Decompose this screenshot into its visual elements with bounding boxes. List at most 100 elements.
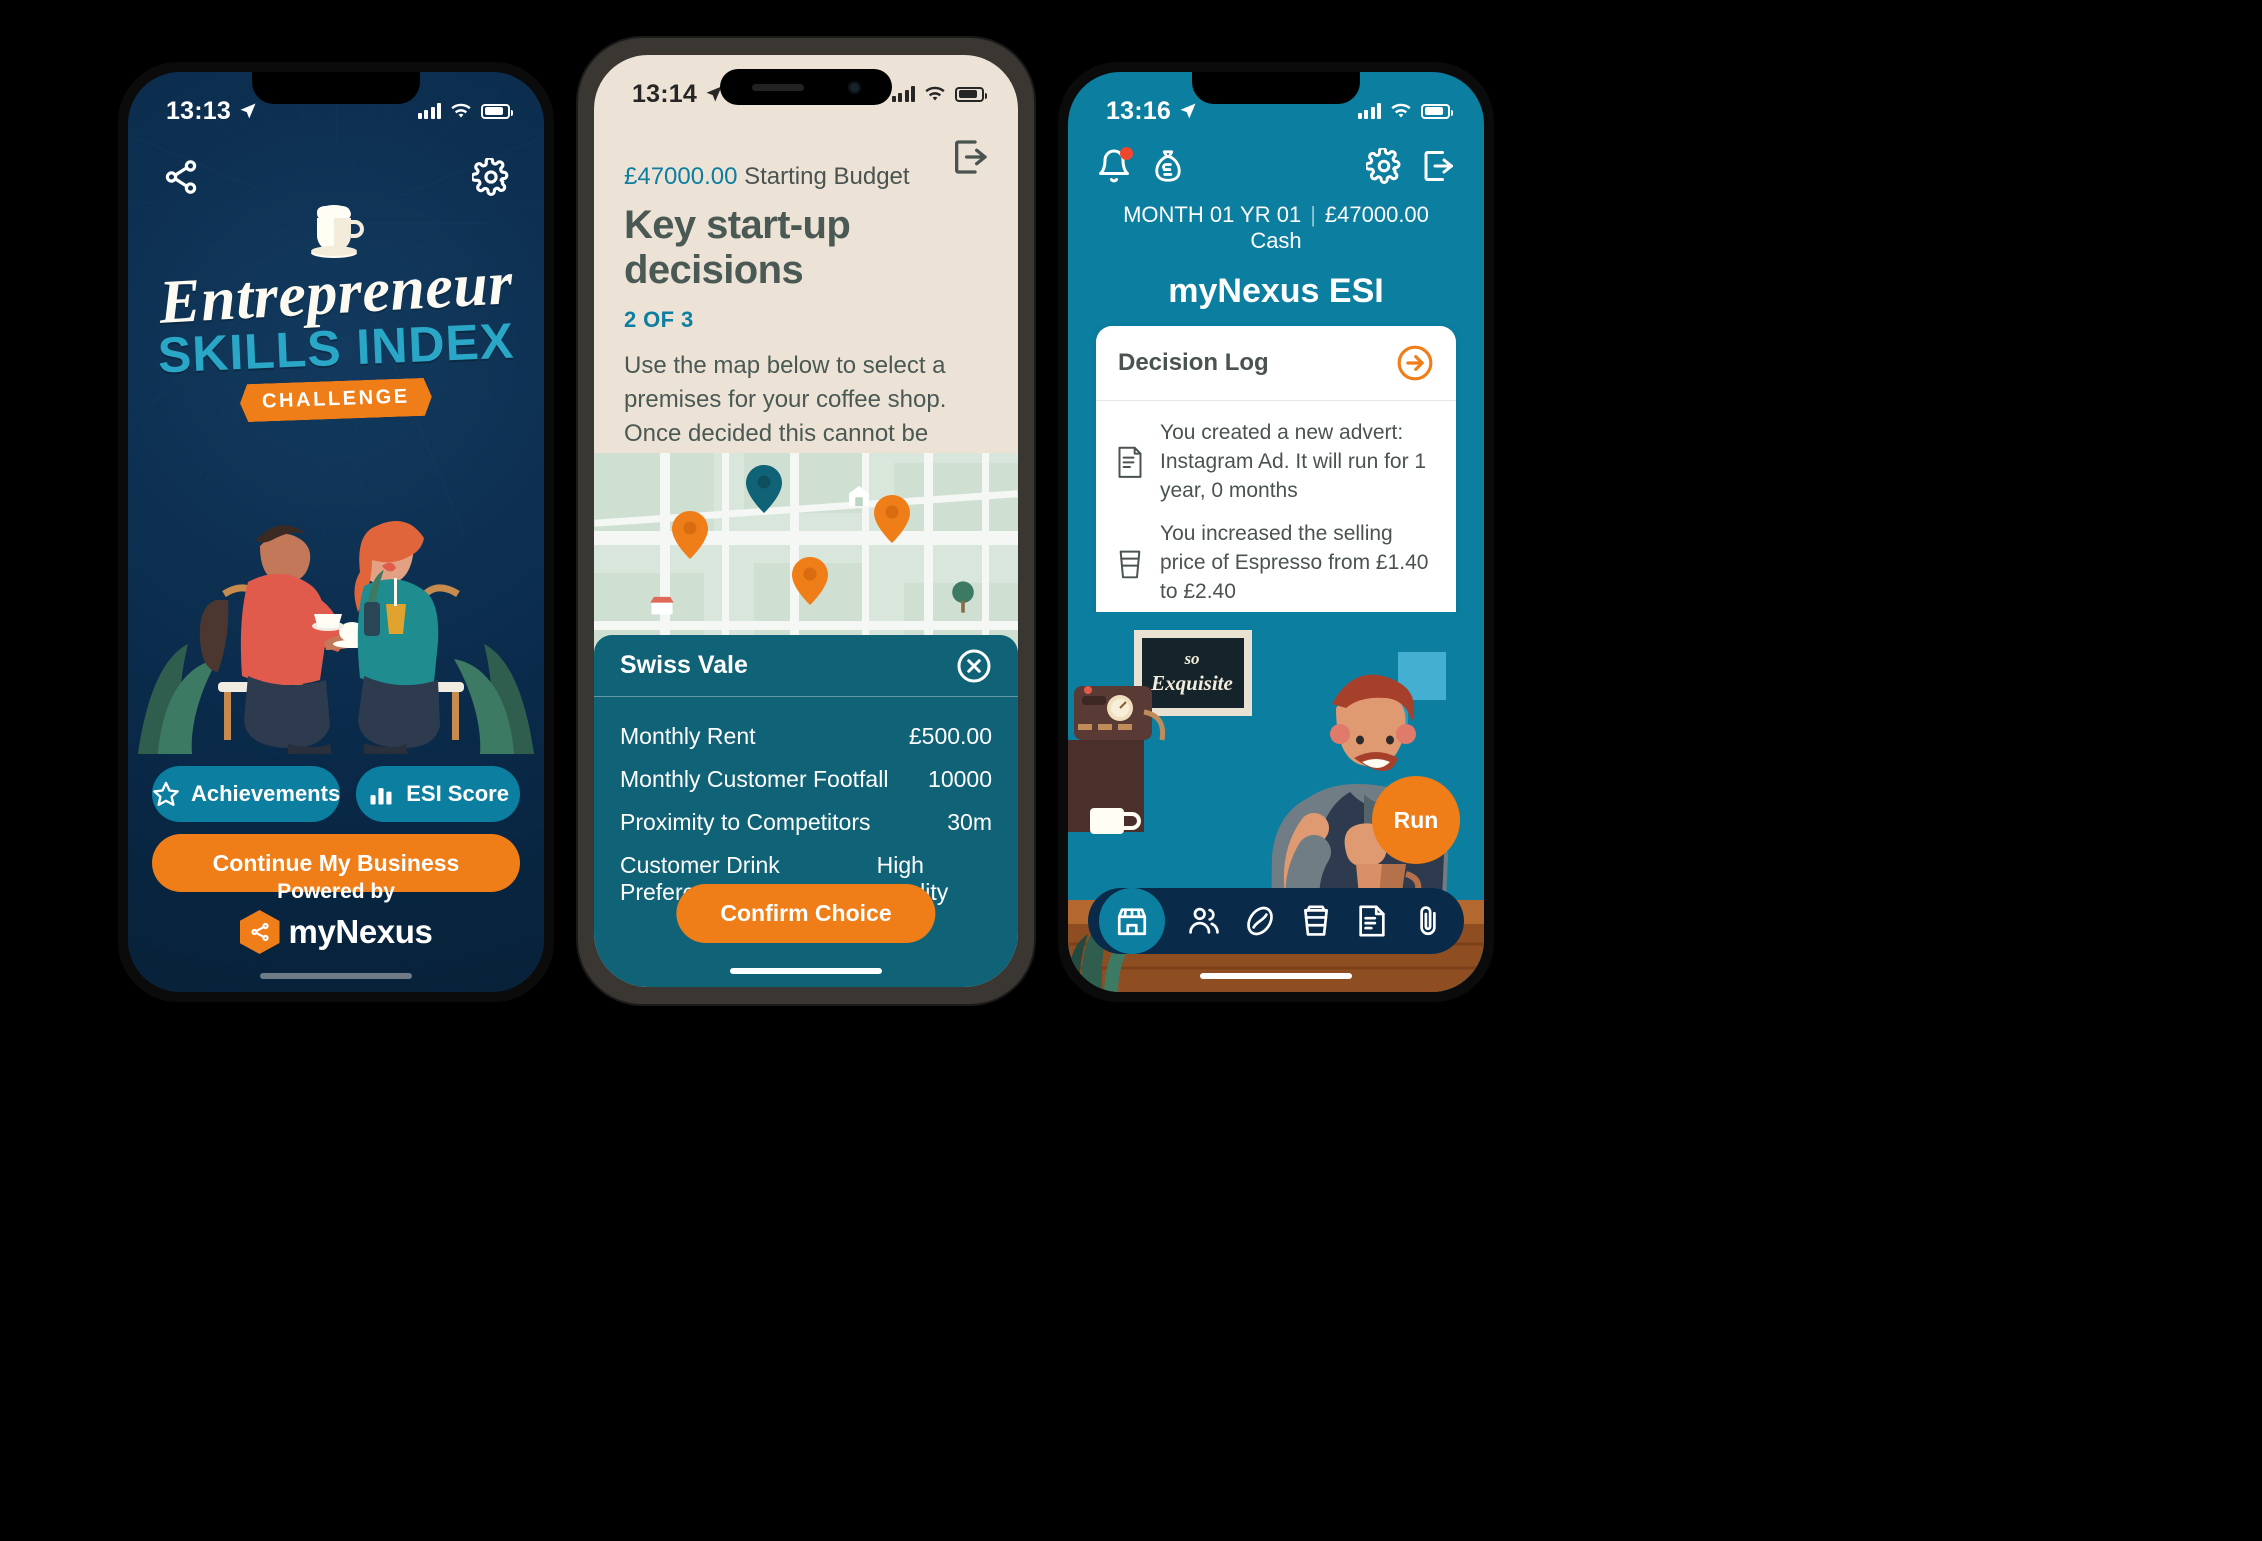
confirm-label: Confirm Choice <box>720 900 892 926</box>
logo-badge: CHALLENGE <box>239 378 432 423</box>
app-logo: Entrepreneur SKILLS INDEX CHALLENGE <box>128 200 544 419</box>
budget-amount: £47000.00 <box>624 163 738 190</box>
card-title: Decision Log <box>1118 349 1269 376</box>
nav-item-store[interactable] <box>1099 888 1165 954</box>
arrow-right-circle-icon[interactable] <box>1396 344 1434 382</box>
svg-text:Exquisite: Exquisite <box>1150 671 1233 695</box>
decision-log-header[interactable]: Decision Log <box>1096 326 1456 401</box>
star-icon <box>153 781 179 807</box>
status-time: 13:13 <box>166 96 231 125</box>
svg-text:so: so <box>1183 649 1199 668</box>
stat-value: 10000 <box>928 766 992 792</box>
table-row: Monthly Rent £500.00 <box>620 715 992 758</box>
location-arrow-icon <box>1180 103 1196 119</box>
premises-detail-sheet: Swiss Vale Monthly Rent £500.00 Monthly … <box>594 635 1018 987</box>
phone-2-home-indicator <box>730 968 882 974</box>
gear-icon[interactable] <box>472 158 510 196</box>
log-entry-text: You increased the selling price of Espre… <box>1160 521 1429 603</box>
earpiece-speaker <box>751 83 804 91</box>
step-indicator: 2 OF 3 <box>624 307 694 332</box>
phone-3-home-indicator <box>1200 973 1352 979</box>
achievements-label: Achievements <box>191 781 341 806</box>
signal-icon <box>1357 103 1381 119</box>
battery-icon <box>481 103 513 119</box>
front-camera <box>847 80 861 94</box>
phone-3-screen: 13:16 MONTH 01 YR 01 | £47000.00 Cash my… <box>1068 72 1484 992</box>
stat-label: Monthly Customer Footfall <box>620 766 889 792</box>
stat-value: £500.00 <box>908 723 992 749</box>
people-icon <box>1189 907 1219 934</box>
nav-item-cup[interactable] <box>1299 904 1333 938</box>
map-pin-option[interactable] <box>672 511 708 559</box>
nav-item-people[interactable] <box>1187 904 1221 938</box>
gear-icon[interactable] <box>1364 146 1402 184</box>
sheet-header: Swiss Vale <box>594 635 1018 697</box>
phone-2-header: £47000.00 Starting Budget Key start-up d… <box>594 55 1018 519</box>
table-row: Proximity to Competitors 30m <box>620 801 992 844</box>
mynexus-brand-label: myNexus <box>288 913 433 950</box>
exit-icon[interactable] <box>950 137 990 177</box>
notification-badge <box>1120 147 1133 160</box>
stat-value: 30m <box>947 809 992 835</box>
battery-icon <box>955 86 987 102</box>
wifi-icon <box>451 103 471 117</box>
nav-item-paperclip[interactable] <box>1411 904 1445 938</box>
nav-item-coffee-bean[interactable] <box>1243 904 1277 938</box>
phone-2-dynamic-island <box>720 69 892 105</box>
map-building-icon <box>849 486 869 506</box>
phone-1-button-row: Achievements ESI Score <box>152 766 520 822</box>
close-circle-icon[interactable] <box>956 648 992 684</box>
phone-1-top-icons <box>128 158 544 196</box>
list-item: You increased the selling price of Espre… <box>1116 520 1436 607</box>
starting-budget-line: £47000.00 Starting Budget <box>624 163 988 191</box>
phone-3-notch <box>1192 72 1360 104</box>
cafe-illustration <box>138 520 534 754</box>
map-shop-icon <box>650 596 674 615</box>
table-row: Monthly Customer Footfall 10000 <box>620 758 992 801</box>
money-bag-icon[interactable] <box>1150 148 1186 184</box>
page-title: Key start-up decisions <box>624 203 851 292</box>
bar-chart-icon <box>370 788 392 805</box>
run-label: Run <box>1393 806 1439 833</box>
month-year-label: MONTH 01 YR 01 <box>1123 202 1302 227</box>
app-title: myNexus ESI <box>1168 272 1384 310</box>
store-icon <box>1117 908 1147 936</box>
bell-icon[interactable] <box>1096 147 1133 184</box>
bottom-nav-bar <box>1088 888 1464 954</box>
list-item: You created a new advert: Instagram Ad. … <box>1116 419 1436 506</box>
wifi-icon <box>1391 103 1411 117</box>
continue-label: Continue My Business <box>212 849 460 876</box>
nav-item-document[interactable] <box>1355 904 1389 938</box>
exit-icon[interactable] <box>1420 148 1456 184</box>
map-pin-option[interactable] <box>874 495 910 543</box>
signal-icon <box>417 103 441 119</box>
document-icon <box>1359 905 1385 937</box>
document-icon <box>1116 446 1144 479</box>
coffee-cup-icon <box>311 205 364 258</box>
stat-label: Proximity to Competitors <box>620 809 871 835</box>
map-pin-option[interactable] <box>792 557 828 605</box>
esi-score-button[interactable]: ESI Score <box>356 766 520 822</box>
status-time: 13:16 <box>1106 96 1171 125</box>
decision-log-card: Decision Log You created a new advert: I… <box>1096 326 1456 641</box>
share-icon[interactable] <box>162 158 200 196</box>
map-pin-selected[interactable] <box>746 465 782 513</box>
location-name: Swiss Vale <box>620 651 748 679</box>
powered-by-label: Powered by <box>277 880 395 903</box>
budget-label: Starting Budget <box>737 163 910 190</box>
phone-3-header: MONTH 01 YR 01 | £47000.00 Cash myNexus ES… <box>1068 146 1484 311</box>
cup-icon <box>1304 905 1328 936</box>
log-entry-text: You created a new advert: Instagram Ad. … <box>1160 421 1427 502</box>
powered-by-block: Powered by myNexus <box>128 880 544 954</box>
confirm-choice-button[interactable]: Confirm Choice <box>676 884 936 943</box>
screenshot-stage: 13:13 Entrepreneur SKILLS INDEX CHALLENG… <box>0 0 2262 1541</box>
phone-1-notch <box>252 72 420 104</box>
mynexus-hex-logo-icon <box>239 910 280 954</box>
cup-icon <box>1116 547 1144 579</box>
battery-icon <box>1421 103 1453 119</box>
decision-log-entries: You created a new advert: Instagram Ad. … <box>1096 401 1456 641</box>
run-button[interactable]: Run <box>1372 776 1460 864</box>
game-meta-line: MONTH 01 YR 01 | £47000.00 Cash <box>1096 202 1456 254</box>
wifi-icon <box>925 86 945 100</box>
achievements-button[interactable]: Achievements <box>152 766 341 822</box>
